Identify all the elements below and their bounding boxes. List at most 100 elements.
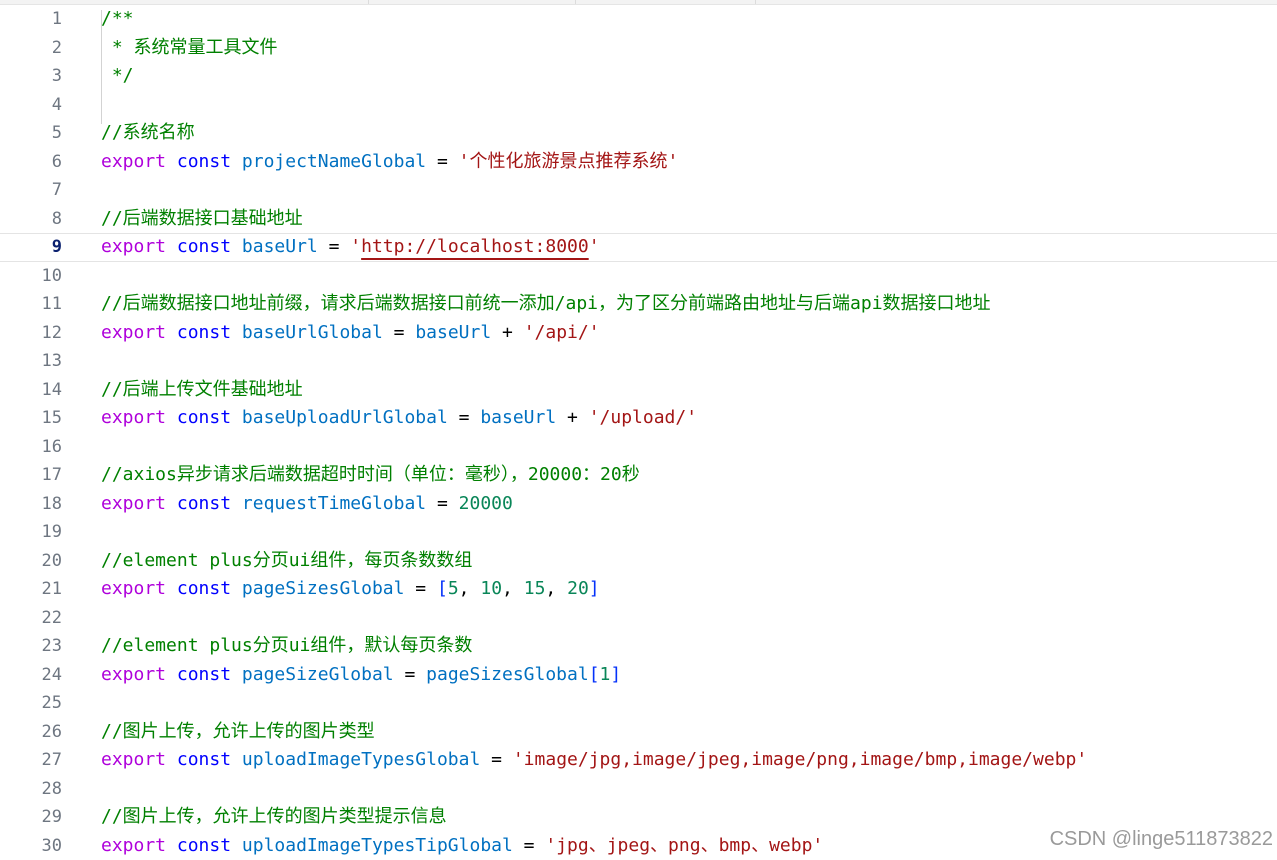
code-token bbox=[231, 749, 242, 770]
code-line[interactable]: 14 //后端上传文件基础地址 bbox=[0, 376, 1277, 405]
code-line[interactable]: 4 bbox=[0, 91, 1277, 120]
code-line[interactable]: 2 * 系统常量工具文件 bbox=[0, 34, 1277, 63]
code-text[interactable]: export const uploadImageTypesTipGlobal =… bbox=[101, 832, 823, 860]
code-line[interactable]: 12 export const baseUrlGlobal = baseUrl +… bbox=[0, 319, 1277, 348]
code-token: const bbox=[177, 322, 231, 343]
code-text[interactable]: //element plus分页ui组件，默认每页条数 bbox=[101, 632, 472, 661]
line-number: 23 bbox=[0, 632, 62, 661]
code-text[interactable]: export const requestTimeGlobal = 20000 bbox=[101, 490, 513, 519]
code-token: ' bbox=[350, 236, 361, 257]
code-token: = bbox=[383, 322, 416, 343]
code-line[interactable]: 19 bbox=[0, 518, 1277, 547]
code-line[interactable]: 17//axios异步请求后端数据超时时间（单位：毫秒），20000：20秒 bbox=[0, 461, 1277, 490]
code-token: pageSizesGlobal bbox=[242, 578, 405, 599]
code-line[interactable]: 8//后端数据接口基础地址 bbox=[0, 205, 1277, 234]
code-token bbox=[166, 578, 177, 599]
code-line[interactable]: 11//后端数据接口地址前缀，请求后端数据接口前统一添加/api，为了区分前端路… bbox=[0, 290, 1277, 319]
code-token: http://localhost:8000 bbox=[361, 236, 589, 257]
code-token: '个性化旅游景点推荐系统' bbox=[459, 151, 679, 172]
line-number: 24 bbox=[0, 661, 62, 690]
code-text[interactable]: export const uploadImageTypesGlobal = 'i… bbox=[101, 746, 1087, 775]
code-line[interactable]: 7 bbox=[0, 176, 1277, 205]
line-number: 12 bbox=[0, 319, 62, 348]
line-number: 4 bbox=[0, 91, 62, 120]
line-number: 14 bbox=[0, 376, 62, 405]
code-token: /** bbox=[101, 8, 134, 29]
code-text[interactable]: */ bbox=[101, 62, 134, 91]
line-number: 26 bbox=[0, 718, 62, 747]
code-line[interactable]: 18 export const requestTimeGlobal = 20000 bbox=[0, 490, 1277, 519]
code-token: //axios异步请求后端数据超时时间（单位：毫秒），20000：20秒 bbox=[101, 464, 640, 485]
code-token bbox=[166, 749, 177, 770]
code-text[interactable]: //后端上传文件基础地址 bbox=[101, 376, 303, 405]
code-line[interactable]: 20//element plus分页ui组件，每页条数数组 bbox=[0, 547, 1277, 576]
code-editor[interactable]: 1/**2 * 系统常量工具文件3 */45//系统名称6export cons… bbox=[0, 5, 1277, 859]
tab-separator bbox=[368, 0, 369, 4]
code-token bbox=[231, 664, 242, 685]
code-text[interactable]: export const pageSizeGlobal = pageSizesG… bbox=[101, 661, 621, 690]
code-text[interactable]: export const baseUploadUrlGlobal = baseU… bbox=[101, 404, 697, 433]
code-text[interactable]: //系统名称 bbox=[101, 119, 195, 148]
code-token bbox=[166, 322, 177, 343]
code-line[interactable]: 10 bbox=[0, 262, 1277, 291]
code-line[interactable]: 26 //图片上传，允许上传的图片类型 bbox=[0, 718, 1277, 747]
code-text[interactable]: //element plus分页ui组件，每页条数数组 bbox=[101, 547, 472, 576]
code-text[interactable]: //后端数据接口地址前缀，请求后端数据接口前统一添加/api，为了区分前端路由地… bbox=[101, 290, 991, 319]
code-text[interactable]: export const projectNameGlobal = '个性化旅游景… bbox=[101, 148, 678, 177]
code-text[interactable]: /** bbox=[101, 5, 134, 34]
code-line[interactable]: 5//系统名称 bbox=[0, 119, 1277, 148]
line-number: 25 bbox=[0, 689, 62, 718]
code-token: , bbox=[459, 578, 481, 599]
code-token: export bbox=[101, 151, 166, 172]
code-token: 5 bbox=[448, 578, 459, 599]
code-text[interactable]: //图片上传，允许上传的图片类型 bbox=[101, 718, 375, 747]
code-token: + bbox=[556, 407, 589, 428]
code-line[interactable]: 27export const uploadImageTypesGlobal = … bbox=[0, 746, 1277, 775]
code-token: export bbox=[101, 322, 166, 343]
code-token: = bbox=[394, 664, 427, 685]
code-line[interactable]: 25 bbox=[0, 689, 1277, 718]
code-line[interactable]: 3 */ bbox=[0, 62, 1277, 91]
code-token: , bbox=[545, 578, 567, 599]
line-number: 13 bbox=[0, 347, 62, 376]
code-text[interactable]: export const baseUrl = 'http://localhost… bbox=[101, 234, 600, 261]
code-text[interactable]: export const pageSizesGlobal = [5, 10, 1… bbox=[101, 575, 600, 604]
code-line[interactable]: 24 export const pageSizeGlobal = pageSize… bbox=[0, 661, 1277, 690]
code-token: + bbox=[491, 322, 524, 343]
line-number: 29 bbox=[0, 803, 62, 832]
code-line[interactable]: 21 export const pageSizesGlobal = [5, 10,… bbox=[0, 575, 1277, 604]
code-token: 'jpg、jpeg、png、bmp、webp' bbox=[545, 835, 823, 856]
code-token: 20 bbox=[567, 578, 589, 599]
code-text[interactable]: //后端数据接口基础地址 bbox=[101, 205, 303, 234]
code-token: = bbox=[426, 493, 459, 514]
code-text[interactable]: export const baseUrlGlobal = baseUrl + '… bbox=[101, 319, 600, 348]
code-text[interactable]: //axios异步请求后端数据超时时间（单位：毫秒），20000：20秒 bbox=[101, 461, 640, 490]
code-line[interactable]: 15export const baseUploadUrlGlobal = bas… bbox=[0, 404, 1277, 433]
code-token: [ bbox=[589, 664, 600, 685]
code-line[interactable]: 9export const baseUrl = 'http://localhos… bbox=[0, 233, 1277, 262]
code-token: = bbox=[318, 236, 351, 257]
line-number: 16 bbox=[0, 433, 62, 462]
code-token bbox=[231, 835, 242, 856]
line-number: 18 bbox=[0, 490, 62, 519]
code-token: //后端数据接口基础地址 bbox=[101, 208, 303, 229]
code-token: const bbox=[177, 835, 231, 856]
code-line[interactable]: 13 bbox=[0, 347, 1277, 376]
code-token: '/upload/' bbox=[589, 407, 697, 428]
code-token: = bbox=[448, 407, 481, 428]
code-line[interactable]: 16 bbox=[0, 433, 1277, 462]
code-line[interactable]: 1/** bbox=[0, 5, 1277, 34]
code-text[interactable]: //图片上传，允许上传的图片类型提示信息 bbox=[101, 803, 447, 832]
code-token bbox=[166, 835, 177, 856]
code-token bbox=[231, 407, 242, 428]
code-text[interactable]: * 系统常量工具文件 bbox=[101, 34, 278, 63]
code-line[interactable]: 23 //element plus分页ui组件，默认每页条数 bbox=[0, 632, 1277, 661]
code-token: baseUploadUrlGlobal bbox=[242, 407, 448, 428]
code-line[interactable]: 22 bbox=[0, 604, 1277, 633]
line-number: 21 bbox=[0, 575, 62, 604]
code-token: const bbox=[177, 407, 231, 428]
code-line[interactable]: 6export const projectNameGlobal = '个性化旅游… bbox=[0, 148, 1277, 177]
code-token: export bbox=[101, 493, 166, 514]
code-line[interactable]: 28 bbox=[0, 775, 1277, 804]
code-token: requestTimeGlobal bbox=[242, 493, 426, 514]
